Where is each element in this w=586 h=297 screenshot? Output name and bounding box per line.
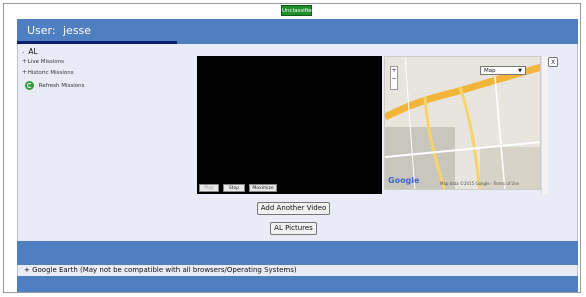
google-logo: Google — [388, 176, 420, 185]
chevron-down-icon: ▼ — [518, 68, 522, 74]
close-icon[interactable]: X — [548, 57, 558, 67]
refresh-missions-link[interactable]: Refresh Missions — [25, 81, 85, 90]
add-video-button[interactable]: Add Another Video — [257, 202, 330, 215]
map-graphic — [385, 57, 540, 189]
tree-item-historic-missions[interactable]: + Historic Missions — [22, 69, 74, 76]
map-zoom-control[interactable]: + − — [390, 66, 398, 90]
expand-icon[interactable]: + — [22, 58, 27, 65]
classification-banner: Unclassified — [281, 5, 315, 16]
map-attribution[interactable]: Map data ©2015 Google · Terms of Use — [440, 181, 519, 186]
map-type-select[interactable]: Map ▼ — [480, 66, 526, 75]
maximize-button[interactable]: Maximize — [249, 184, 277, 192]
section-divider — [17, 241, 578, 265]
google-earth-label: + Google Earth (May not be compatible wi… — [24, 266, 297, 274]
collapse-icon[interactable]: - — [22, 49, 26, 56]
user-name: jesse — [63, 24, 92, 37]
tree-item-label: Live Missions — [27, 59, 64, 65]
tree-root-label: AL — [28, 47, 38, 56]
refresh-label: Refresh Missions — [38, 83, 85, 89]
google-earth-text: Google Earth (May not be compatible with… — [32, 266, 297, 274]
map-scrollbar[interactable] — [541, 56, 548, 194]
video-player[interactable] — [197, 56, 382, 194]
map-type-value: Map — [484, 68, 496, 74]
map-view[interactable] — [384, 56, 541, 190]
pictures-button[interactable]: AL Pictures — [270, 222, 317, 235]
tree-root-al[interactable]: - AL — [22, 47, 38, 56]
tree-item-label: Historic Missions — [27, 70, 74, 76]
google-earth-section[interactable]: + Google Earth (May not be compatible wi… — [17, 265, 578, 276]
tree-item-live-missions[interactable]: + Live Missions — [22, 58, 64, 65]
user-label: User: — [27, 24, 56, 37]
play-button[interactable]: Play — [199, 184, 219, 192]
expand-icon[interactable]: + — [22, 69, 27, 76]
footer-bar — [17, 276, 578, 292]
refresh-icon[interactable] — [25, 81, 34, 90]
stop-button[interactable]: Stop — [223, 184, 245, 192]
